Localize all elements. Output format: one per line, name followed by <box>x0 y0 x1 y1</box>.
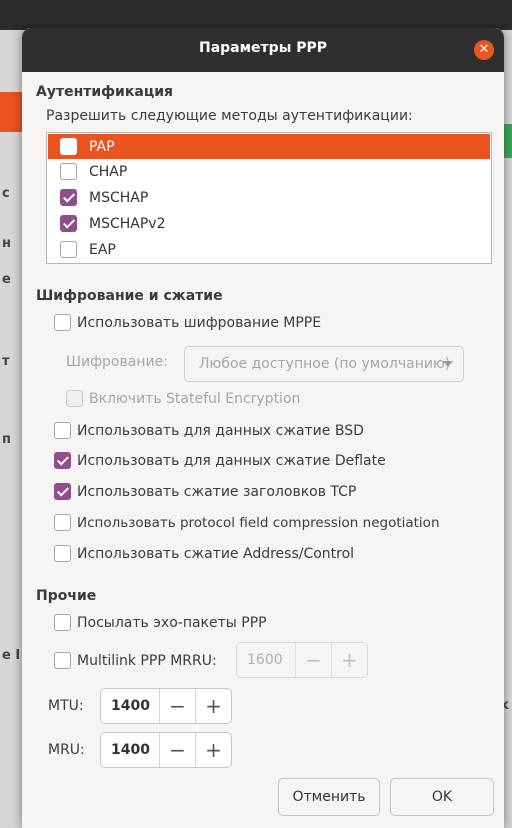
deflate-row[interactable]: Использовать для данных сжатие Deflate <box>54 452 386 469</box>
stateful-row[interactable]: Включить Stateful Encryption <box>66 390 300 407</box>
mtu-label: MTU: <box>48 698 84 714</box>
chevron-down-icon <box>443 361 453 367</box>
tcp-header-label: Использовать сжатие заголовков TCP <box>77 483 357 500</box>
auth-method-label: EAP <box>89 241 116 258</box>
plus-icon[interactable]: + <box>195 689 231 723</box>
auth-method-label: CHAP <box>89 163 128 180</box>
use-mppe-row[interactable]: Использовать шифрование MPPE <box>54 314 321 331</box>
cipher-value: Любое доступное (по умолчанию) <box>199 356 451 372</box>
bsd-checkbox[interactable] <box>54 422 71 439</box>
deflate-label: Использовать для данных сжатие Deflate <box>77 452 386 469</box>
background-accent-strip <box>0 92 22 132</box>
encryption-section-title: Шифрование и сжатие <box>36 288 223 304</box>
stateful-checkbox[interactable] <box>66 390 83 407</box>
background-fragment: e I <box>2 648 21 663</box>
mru-value[interactable]: 1400 <box>101 733 159 767</box>
use-mppe-checkbox[interactable] <box>54 314 71 331</box>
multilink-label: Multilink PPP MRRU: <box>77 652 217 669</box>
plus-icon[interactable]: + <box>195 733 231 767</box>
ppp-settings-dialog: Параметры PPP ✕ Аутентификация Разрешить… <box>22 28 504 828</box>
address-control-label: Использовать сжатие Address/Control <box>77 545 355 562</box>
misc-section-title: Прочие <box>36 588 97 604</box>
auth-method-pap[interactable]: PAP <box>48 134 490 159</box>
auth-section-title: Аутентификация <box>36 84 173 100</box>
address-control-checkbox[interactable] <box>54 545 71 562</box>
auth-eap-checkbox[interactable] <box>60 241 77 258</box>
protocol-field-row[interactable]: Использовать protocol field compression … <box>54 514 440 531</box>
background-fragment: п <box>2 432 11 447</box>
auth-mschapv2-checkbox[interactable] <box>60 215 77 232</box>
cipher-label: Шифрование: <box>66 354 168 370</box>
background-fragment: e <box>2 272 11 287</box>
auth-method-chap[interactable]: CHAP <box>48 159 490 184</box>
mtu-stepper[interactable]: 1400 − + <box>100 688 232 724</box>
bsd-label: Использовать для данных сжатие BSD <box>77 422 364 439</box>
mtu-value[interactable]: 1400 <box>101 689 159 723</box>
background-fragment: н <box>2 236 11 251</box>
multilink-checkbox[interactable] <box>54 652 71 669</box>
titlebar: Параметры PPP ✕ <box>22 28 504 72</box>
mrru-value[interactable]: 1600 <box>237 643 295 677</box>
cipher-dropdown[interactable]: Любое доступное (по умолчанию) <box>184 346 464 382</box>
auth-chap-checkbox[interactable] <box>60 163 77 180</box>
multilink-row[interactable]: Multilink PPP MRRU: <box>54 652 217 669</box>
echo-label: Посылать эхо-пакеты PPP <box>77 614 267 631</box>
mru-label: MRU: <box>48 742 85 758</box>
cancel-button[interactable]: Отменить <box>278 778 380 816</box>
use-mppe-label: Использовать шифрование MPPE <box>77 314 322 331</box>
auth-method-label: MSCHAP <box>89 189 149 206</box>
mrru-stepper[interactable]: 1600 − + <box>236 642 368 678</box>
auth-method-label: PAP <box>89 138 115 155</box>
mru-stepper[interactable]: 1400 − + <box>100 732 232 768</box>
dialog-title: Параметры PPP <box>198 40 328 56</box>
auth-method-mschap[interactable]: MSCHAP <box>48 185 490 210</box>
protocol-field-label: Использовать protocol field compression … <box>77 514 440 531</box>
minus-icon[interactable]: − <box>159 689 195 723</box>
minus-icon[interactable]: − <box>295 643 331 677</box>
echo-checkbox[interactable] <box>54 614 71 631</box>
plus-icon[interactable]: + <box>331 643 367 677</box>
auth-method-mschapv2[interactable]: MSCHAPv2 <box>48 211 490 236</box>
tcp-header-checkbox[interactable] <box>54 483 71 500</box>
echo-row[interactable]: Посылать эхо-пакеты PPP <box>54 614 267 631</box>
background-fragment: с <box>2 186 10 201</box>
auth-method-label: MSCHAPv2 <box>89 215 166 232</box>
background-topbar <box>0 0 512 30</box>
auth-methods-list[interactable]: PAP CHAP MSCHAP MSCHAPv2 EAP <box>46 132 492 264</box>
minus-icon[interactable]: − <box>159 733 195 767</box>
protocol-field-checkbox[interactable] <box>54 514 71 531</box>
background-fragment: т <box>2 354 10 369</box>
auth-mschap-checkbox[interactable] <box>60 189 77 206</box>
close-icon[interactable]: ✕ <box>474 40 494 60</box>
tcp-header-row[interactable]: Использовать сжатие заголовков TCP <box>54 483 356 500</box>
auth-pap-checkbox[interactable] <box>60 138 77 155</box>
bsd-row[interactable]: Использовать для данных сжатие BSD <box>54 422 364 439</box>
auth-allow-label: Разрешить следующие методы аутентификаци… <box>46 108 413 124</box>
deflate-checkbox[interactable] <box>54 452 71 469</box>
ok-button[interactable]: OK <box>390 778 494 816</box>
stateful-label: Включить Stateful Encryption <box>89 390 301 407</box>
auth-method-eap[interactable]: EAP <box>48 237 490 262</box>
address-control-row[interactable]: Использовать сжатие Address/Control <box>54 545 354 562</box>
